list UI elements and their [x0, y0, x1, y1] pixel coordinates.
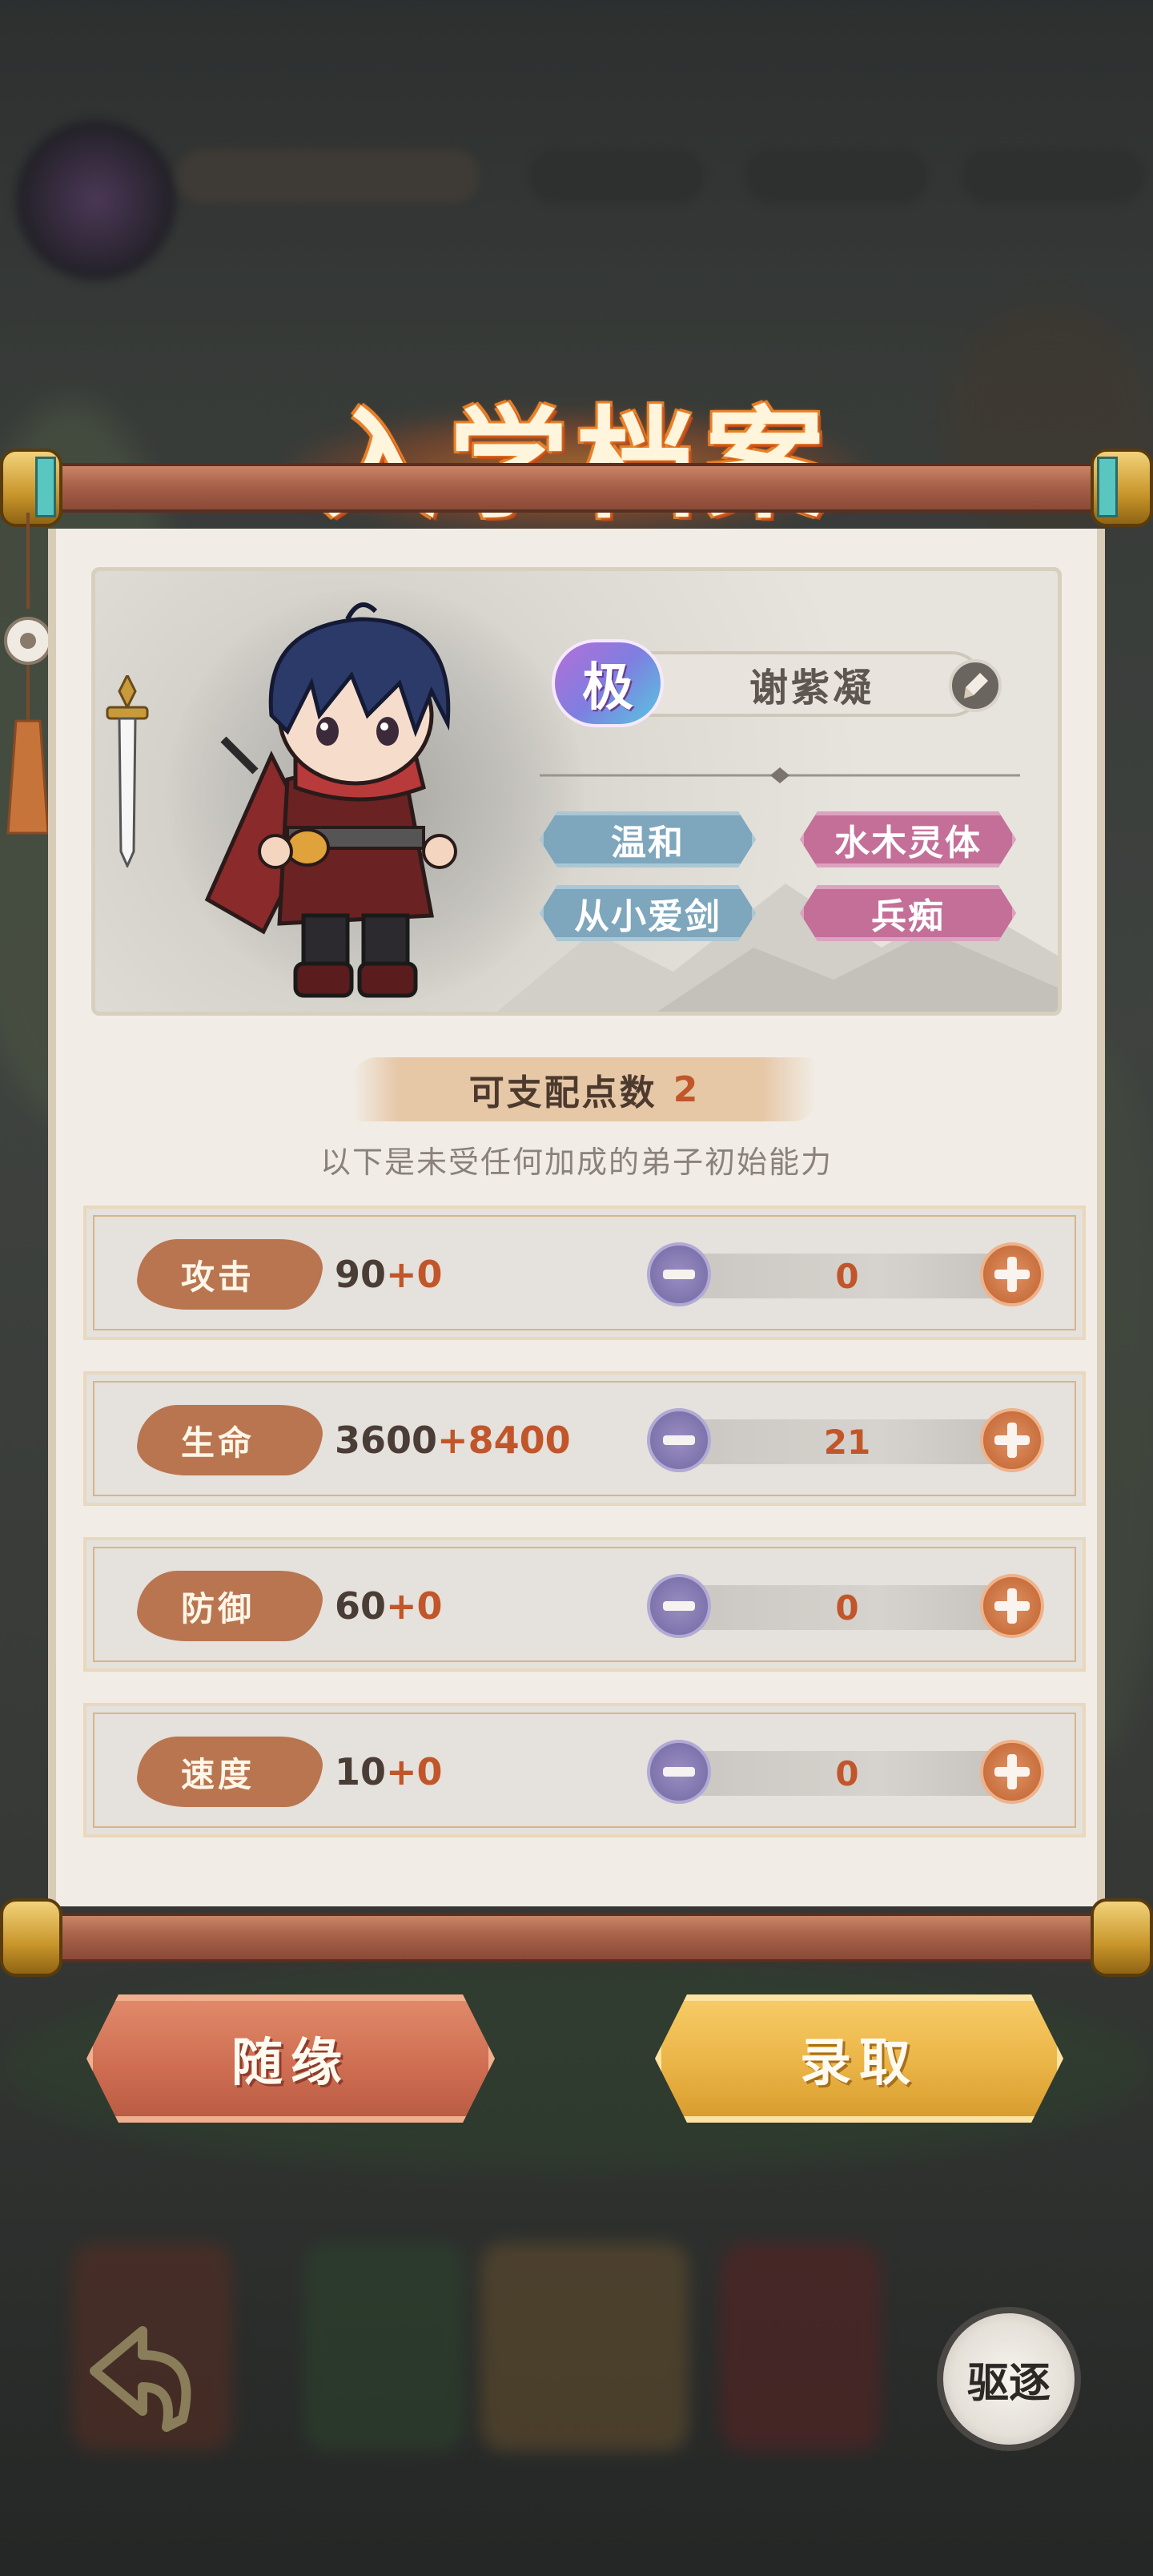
increase-attack-button[interactable]	[980, 1242, 1044, 1306]
stat-bonus: +8400	[437, 1419, 571, 1462]
trait-tag-3[interactable]: 从小爱剑	[540, 885, 756, 941]
scroll-rod-band-left	[35, 457, 56, 517]
decrease-speed-button[interactable]	[647, 1740, 711, 1804]
profile-panel: 极 谢紫凝 温和 水木灵体 从小爱剑 兵痴 可支配点数 2 以下是未受任何加成的…	[48, 529, 1105, 1906]
stat-bonus: +0	[386, 1750, 443, 1793]
available-points-banner: 可支配点数 2	[352, 1057, 817, 1121]
stat-label: 生命	[180, 1423, 255, 1463]
increase-speed-button[interactable]	[980, 1740, 1044, 1804]
scroll-rod-cap-left	[0, 1898, 62, 1977]
scroll-rod-top	[0, 449, 1153, 527]
stat-value: 10+0	[335, 1745, 443, 1799]
points-text: 可支配点数 2	[352, 1057, 817, 1121]
scroll-rod-band-right	[1097, 457, 1118, 517]
points-value: 2	[673, 1069, 701, 1110]
stat-base: 90	[335, 1253, 387, 1296]
stat-row-attack: 攻击 90+0 0	[83, 1205, 1086, 1340]
allocation-value: 0	[835, 1753, 859, 1793]
expel-button[interactable]: 驱逐	[937, 2307, 1081, 2451]
increase-health-button[interactable]	[980, 1408, 1044, 1472]
increase-defense-button[interactable]	[980, 1574, 1044, 1638]
plus-icon	[994, 1423, 1030, 1458]
decrease-defense-button[interactable]	[647, 1574, 711, 1638]
scroll-rod-bar	[32, 463, 1121, 513]
scroll-rod-bar	[32, 1913, 1121, 1962]
stat-row-defense: 防御 60+0 0	[83, 1537, 1086, 1672]
plus-icon	[994, 1257, 1030, 1292]
trait-tag-4[interactable]: 兵痴	[800, 885, 1016, 941]
ornament-divider	[540, 767, 1020, 783]
decrease-health-button[interactable]	[647, 1408, 711, 1472]
trait-tag-2[interactable]: 水木灵体	[800, 811, 1016, 867]
stat-value: 3600+8400	[335, 1413, 571, 1467]
rename-brush-button[interactable]	[949, 659, 1002, 712]
allocation-value: 21	[823, 1422, 871, 1462]
points-label: 可支配点数	[468, 1073, 657, 1113]
character-card: 极 谢紫凝 温和 水木灵体 从小爱剑 兵痴	[91, 567, 1062, 1016]
disciple-name-field: 谢紫凝	[608, 651, 984, 717]
stat-label: 速度	[180, 1754, 255, 1794]
stat-label: 防御	[180, 1588, 255, 1628]
rank-badge: 极	[552, 639, 664, 727]
admit-button[interactable]: 录取	[655, 1994, 1063, 2123]
scroll-rod-cap-right	[1091, 1898, 1153, 1977]
stat-bonus: +0	[386, 1584, 443, 1628]
scroll-rod-bottom	[0, 1898, 1153, 1977]
plus-icon	[994, 1754, 1030, 1789]
brush-icon	[964, 673, 988, 698]
stat-row-health: 生命 3600+8400 21	[83, 1371, 1086, 1506]
stat-value: 90+0	[335, 1247, 443, 1302]
plus-icon	[994, 1588, 1030, 1624]
stat-base: 10	[335, 1750, 387, 1793]
stat-row-speed: 速度 10+0 0	[83, 1703, 1086, 1837]
stat-bonus: +0	[386, 1253, 443, 1296]
stat-base: 60	[335, 1584, 387, 1628]
back-arrow-icon[interactable]	[70, 2307, 215, 2451]
random-button[interactable]: 随缘	[86, 1994, 495, 2123]
stat-value: 60+0	[335, 1579, 443, 1633]
decrease-attack-button[interactable]	[647, 1242, 711, 1306]
allocation-value: 0	[835, 1256, 859, 1296]
stat-base: 3600	[335, 1419, 438, 1462]
character-portrait	[204, 602, 457, 998]
sword-icon	[106, 675, 149, 867]
rank-label: 极	[582, 658, 633, 718]
stats-description: 以下是未受任何加成的弟子初始能力	[319, 1145, 833, 1180]
allocation-value: 0	[835, 1588, 859, 1628]
stat-label: 攻击	[180, 1257, 255, 1297]
trait-tag-1[interactable]: 温和	[540, 811, 756, 867]
disciple-name: 谢紫凝	[749, 666, 874, 710]
